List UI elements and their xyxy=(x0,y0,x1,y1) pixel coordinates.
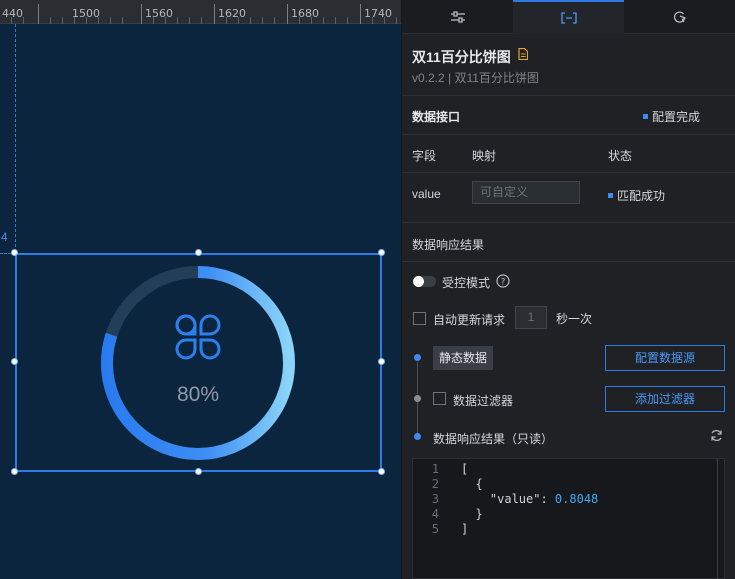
panel-tabs xyxy=(402,0,735,34)
static-data-tag[interactable]: 静态数据 xyxy=(433,346,493,370)
add-filter-button[interactable]: 添加过滤器 xyxy=(605,386,725,412)
ruler-tick-label: 1560 xyxy=(145,7,173,20)
status-dot-icon xyxy=(643,114,648,119)
ruler-tick-label: 1740 xyxy=(364,7,392,20)
column-header-status: 状态 xyxy=(608,149,633,163)
code-line: ] xyxy=(461,522,469,536)
app-root: 440 1500 1560 1620 1680 1740 4 80% 双11百分… xyxy=(0,0,735,579)
timeline-dot xyxy=(414,395,421,402)
code-line: [ xyxy=(461,462,469,476)
field-name: value xyxy=(412,187,441,201)
refresh-icon[interactable] xyxy=(710,429,723,442)
filter-checkbox[interactable] xyxy=(433,392,446,405)
tab-interaction-config[interactable] xyxy=(624,0,735,34)
column-header-mapping: 映射 xyxy=(472,149,497,163)
interaction-icon xyxy=(673,11,686,23)
tab-style-config[interactable] xyxy=(402,0,513,34)
percent-value-text: 80% xyxy=(176,383,220,406)
ruler-tick-label: 440 xyxy=(2,7,23,20)
horizontal-ruler[interactable]: 440 1500 1560 1620 1680 1740 xyxy=(0,0,401,24)
filter-label: 数据过滤器 xyxy=(453,394,514,408)
auto-update-label: 自动更新请求 xyxy=(433,313,506,327)
resize-handle-right[interactable] xyxy=(378,358,385,365)
ruler-tick-label: 1500 xyxy=(72,7,100,20)
code-scrollbar[interactable] xyxy=(717,459,718,579)
code-line: { xyxy=(461,477,483,491)
data-bracket-icon xyxy=(560,12,577,24)
tab-data-config[interactable] xyxy=(513,0,624,34)
document-icon[interactable] xyxy=(518,48,528,60)
vertical-guide-line[interactable] xyxy=(15,24,16,252)
svg-text:?: ? xyxy=(501,278,506,288)
resize-handle-top-right[interactable] xyxy=(378,249,385,256)
component-version: v0.2.2 | 双11百分比饼图 xyxy=(412,71,539,85)
response-code-view[interactable]: 1 2 3 4 5 [ { "value": 0.8048 } ] xyxy=(412,458,725,579)
status-dot-icon xyxy=(608,193,613,198)
data-interface-title: 数据接口 xyxy=(412,110,461,124)
update-interval-input[interactable]: 1 xyxy=(515,306,547,329)
resize-handle-bottom-left[interactable] xyxy=(11,468,18,475)
timeline-dot xyxy=(414,433,421,440)
controlled-mode-label: 受控模式 xyxy=(442,276,491,290)
code-line: } xyxy=(461,507,483,521)
config-panel: 双11百分比饼图 v0.2.2 | 双11百分比饼图 数据接口 配置完成 字段 … xyxy=(401,0,735,579)
design-canvas[interactable]: 440 1500 1560 1620 1680 1740 4 80% xyxy=(0,0,401,579)
resize-handle-top[interactable] xyxy=(195,249,202,256)
column-header-field: 字段 xyxy=(412,149,437,163)
response-readonly-label: 数据响应结果（只读） xyxy=(433,432,554,446)
update-interval-suffix: 秒一次 xyxy=(556,312,593,326)
data-interface-status: 配置完成 xyxy=(643,108,700,125)
help-icon[interactable]: ? xyxy=(496,274,510,288)
component-title: 双11百分比饼图 xyxy=(412,49,511,65)
sliders-icon xyxy=(450,11,465,23)
resize-handle-left[interactable] xyxy=(11,358,18,365)
clover-icon xyxy=(175,314,221,360)
resize-handle-bottom-right[interactable] xyxy=(378,468,385,475)
percent-ring-chart xyxy=(101,266,295,460)
ruler-tick-label: 1620 xyxy=(218,7,246,20)
field-match-status: 匹配成功 xyxy=(608,187,665,204)
config-data-source-button[interactable]: 配置数据源 xyxy=(605,345,725,371)
mapping-input[interactable]: 可自定义 xyxy=(472,181,580,204)
resize-handle-bottom[interactable] xyxy=(195,468,202,475)
ruler-tick-label: 1680 xyxy=(291,7,319,20)
timeline-dot xyxy=(414,354,421,361)
code-line: "value": 0.8048 xyxy=(461,492,599,506)
resize-handle-top-left[interactable] xyxy=(11,249,18,256)
response-section-title: 数据响应结果 xyxy=(412,238,485,252)
controlled-mode-toggle[interactable] xyxy=(413,276,436,287)
auto-update-checkbox[interactable] xyxy=(413,312,426,325)
guide-position-label: 4 xyxy=(1,230,8,244)
